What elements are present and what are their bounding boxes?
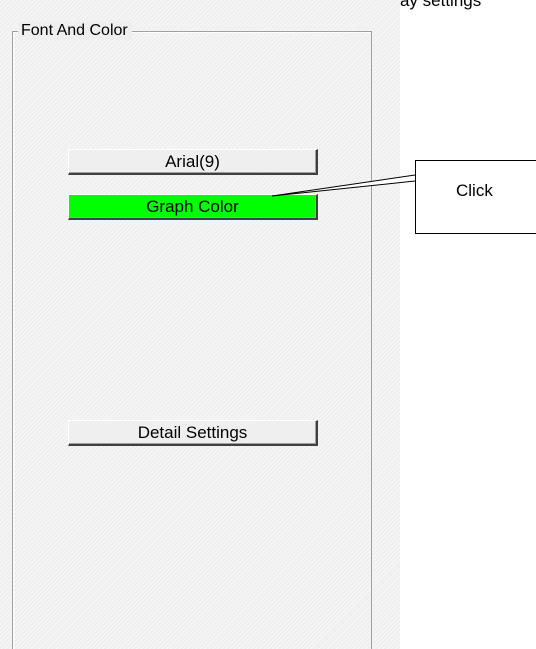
detail-settings-button[interactable]: Detail Settings — [68, 420, 318, 446]
font-and-color-groupbox — [12, 31, 372, 649]
font-button[interactable]: Arial(9) — [68, 149, 318, 175]
settings-panel: Font And Color Arial(9) Graph Color Deta… — [0, 0, 400, 649]
graph-color-button[interactable]: Graph Color — [68, 194, 318, 220]
callout-label: Click — [456, 181, 493, 200]
groupbox-title: Font And Color — [18, 22, 132, 40]
screenshot-stage: display settings Font And Color Arial(9)… — [0, 0, 536, 649]
